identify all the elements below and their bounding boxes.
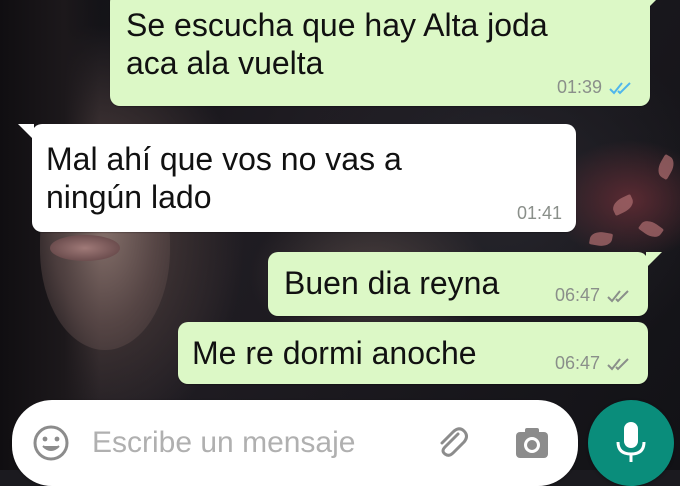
- message-meta: 01:41: [517, 203, 562, 224]
- message-meta: 06:47: [555, 353, 634, 374]
- microphone-icon: [616, 422, 646, 462]
- bubble-tail: [648, 0, 664, 8]
- double-check-read-icon: [609, 81, 631, 94]
- message-time: 01:39: [556, 77, 602, 97]
- microphone-button[interactable]: [588, 400, 674, 486]
- double-check-delivered-icon: [607, 289, 629, 302]
- message-meta: 01:39: [557, 77, 636, 98]
- double-check-delivered-icon: [607, 357, 629, 370]
- wallpaper-lips: [50, 235, 120, 261]
- bubble-tail: [18, 124, 34, 140]
- message-bubble-outgoing[interactable]: Buen dia reyna 06:47: [268, 252, 662, 316]
- message-text: Se escucha que hay Alta joda aca ala vue…: [126, 7, 548, 81]
- message-bubble-outgoing[interactable]: Se escucha que hay Alta joda aca ala vue…: [110, 0, 664, 106]
- message-composer: [12, 400, 578, 486]
- message-input[interactable]: [90, 416, 414, 470]
- message-text: Buen dia reyna: [284, 265, 500, 301]
- message-text: Me re dormi anoche: [192, 335, 477, 371]
- message-bubble-incoming[interactable]: Mal ahí que vos no vas a ningún lado 01:…: [18, 124, 576, 232]
- message-time: 06:47: [554, 353, 600, 373]
- bubble-tail: [646, 252, 662, 268]
- message-time: 06:47: [554, 285, 600, 305]
- paperclip-icon[interactable]: [432, 422, 472, 462]
- message-time: 01:41: [516, 203, 562, 223]
- message-meta: 06:47: [555, 285, 634, 306]
- emoji-icon[interactable]: [32, 424, 70, 462]
- camera-icon[interactable]: [512, 424, 552, 464]
- message-bubble-outgoing[interactable]: Me re dormi anoche 06:47: [178, 322, 648, 384]
- message-text: Mal ahí que vos no vas a ningún lado: [46, 141, 402, 215]
